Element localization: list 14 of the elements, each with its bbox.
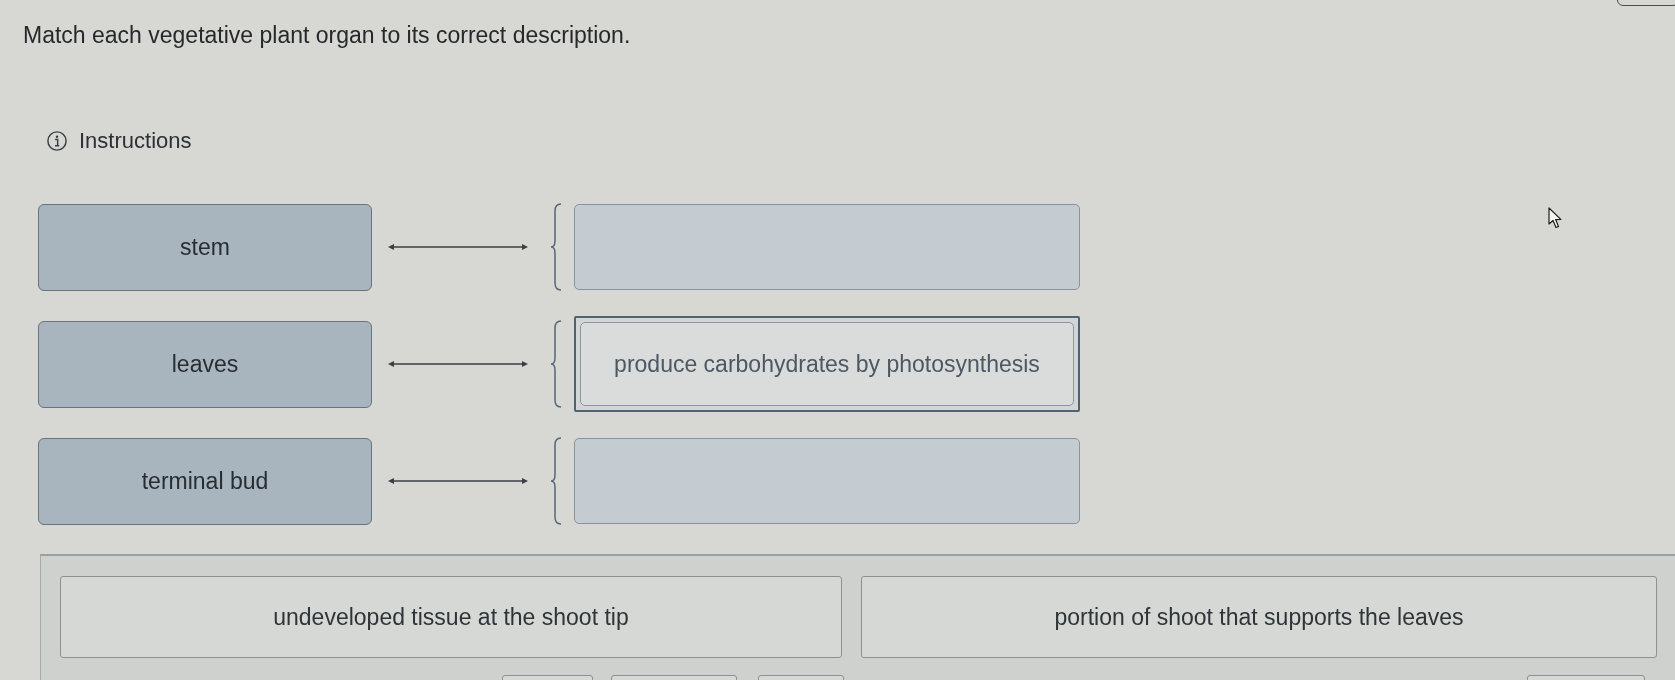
info-icon — [47, 131, 67, 151]
drop-zone[interactable] — [574, 204, 1080, 290]
term-card: terminal bud — [38, 437, 372, 525]
drop-zone[interactable] — [574, 438, 1080, 524]
instructions-link[interactable]: Instructions — [47, 128, 192, 154]
term-card: stem — [38, 203, 372, 291]
answer-card[interactable]: undeveloped tissue at the shoot tip — [60, 576, 842, 658]
curly-brace-icon — [550, 437, 562, 525]
curly-brace-icon — [550, 203, 562, 291]
term-card: leaves — [38, 320, 372, 408]
curly-brace-icon — [550, 320, 562, 408]
mouse-pointer-icon — [1548, 207, 1562, 229]
question-text: Match each vegetative plant organ to its correct description. — [23, 22, 631, 48]
answer-card[interactable]: portion of shoot that supports the leaves — [861, 576, 1657, 658]
